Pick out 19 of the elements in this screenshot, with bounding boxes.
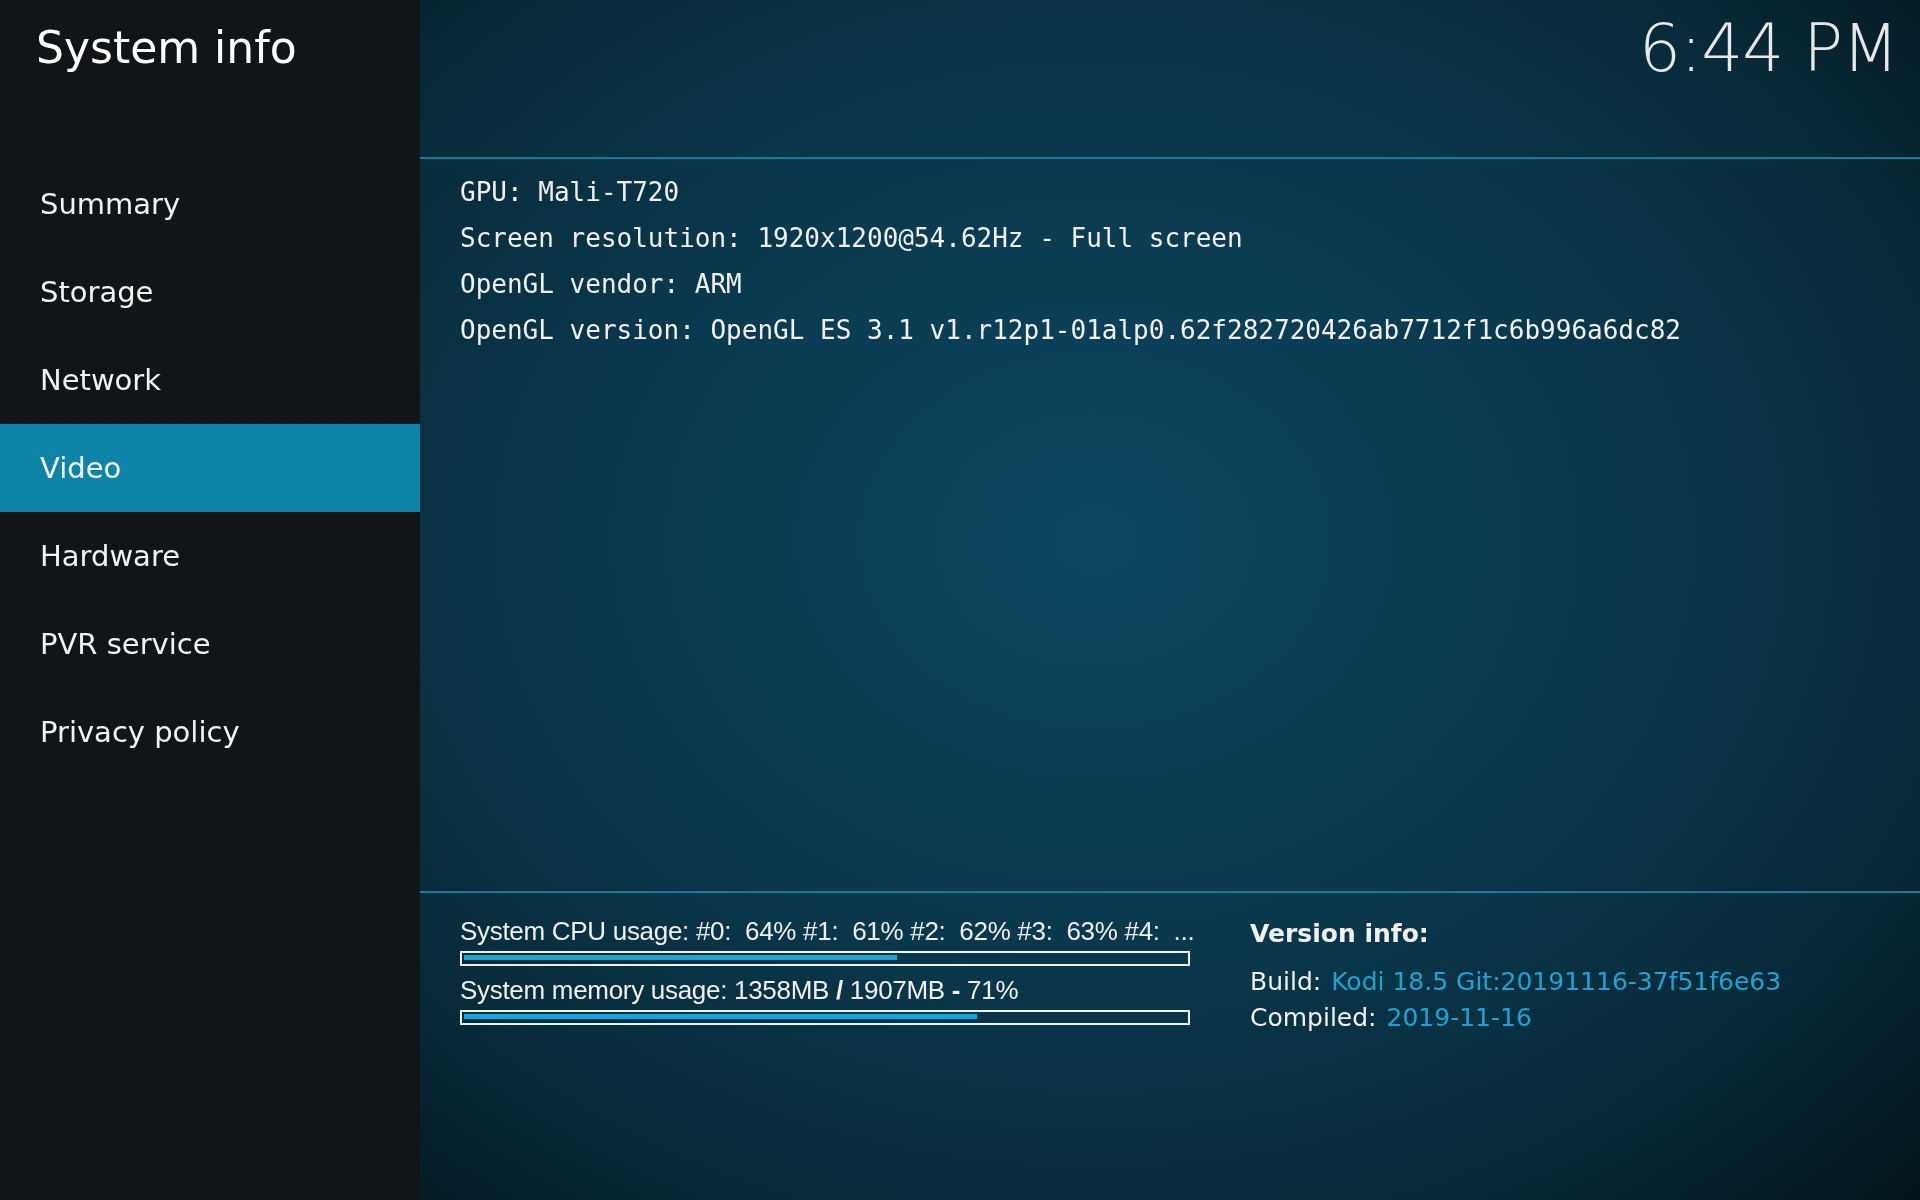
clock: 6:44 PM	[1639, 9, 1899, 87]
version-title: Version info:	[1250, 919, 1430, 948]
info-line: GPU: Mali-T720	[460, 177, 681, 207]
sidebar-item[interactable]: Video	[0, 424, 420, 512]
info-line: Screen resolution: 1920x1200@54.62Hz - Full screen	[460, 223, 1244, 253]
sidebar-item[interactable]: Storage	[0, 248, 420, 336]
version-value: Kodi 18.5 Git:20191116-37f51f6e63	[1331, 966, 1782, 998]
sidebar-item[interactable]: PVR service	[0, 600, 420, 688]
sidebar-item[interactable]: Privacy policy	[0, 688, 420, 776]
info-line: OpenGL version: OpenGL ES 3.1 v1.r12p1-01alp0.62f282720426ab7712f1c6b996a6dc82	[460, 315, 1682, 345]
version-label: Compiled:	[1250, 1002, 1377, 1034]
version-label: Build:	[1250, 966, 1322, 998]
version-value: 2019-11-16	[1386, 1002, 1532, 1034]
sidebar-item[interactable]: Hardware	[0, 512, 420, 600]
page-title: System info	[35, 21, 298, 75]
sidebar-item[interactable]: Network	[0, 336, 420, 424]
sidebar-item[interactable]: Summary	[0, 160, 420, 248]
info-line: OpenGL vendor: ARM	[460, 269, 743, 299]
usage-label: System memory usage: 1358MB / 1907MB - 71%	[460, 974, 1020, 1006]
